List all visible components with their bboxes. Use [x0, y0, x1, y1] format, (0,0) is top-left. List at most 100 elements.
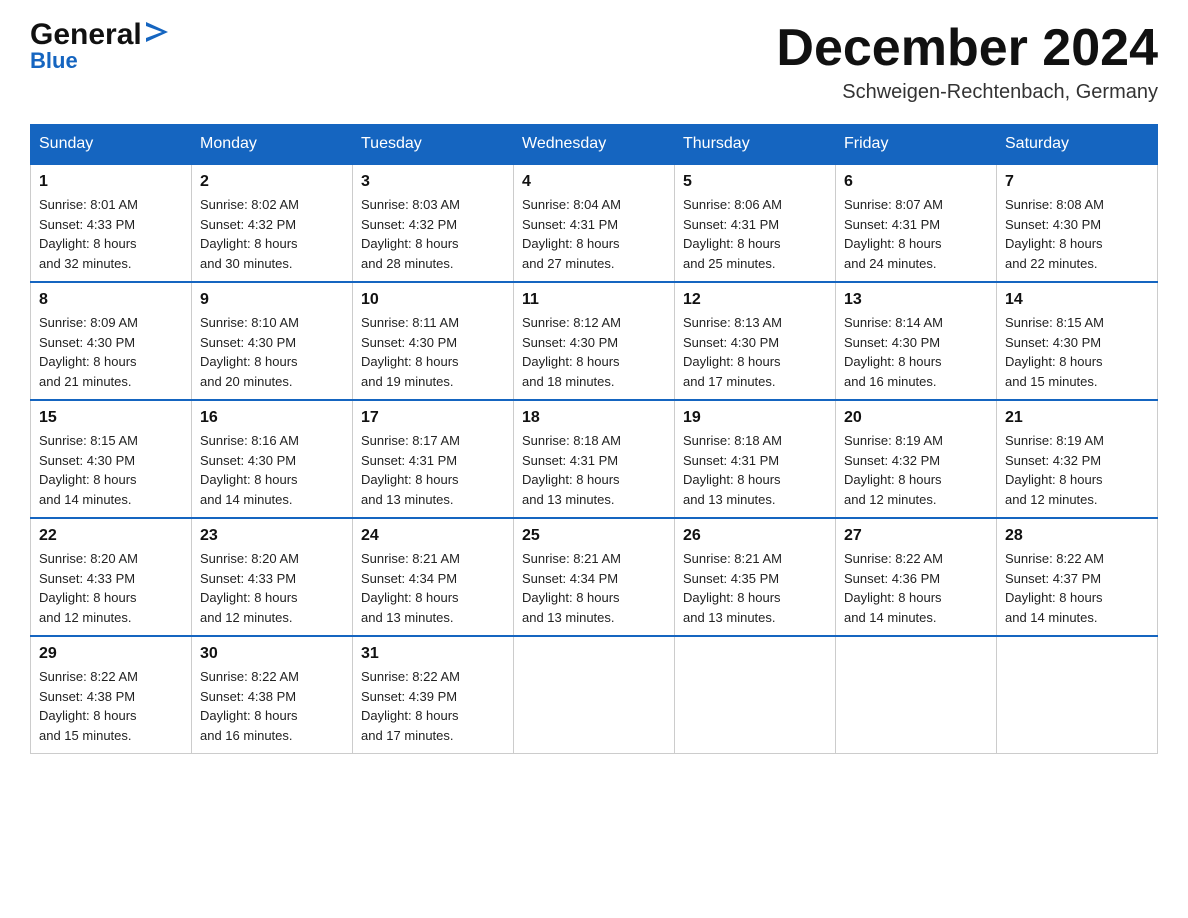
day-info: Sunrise: 8:22 AMSunset: 4:37 PMDaylight:… [1005, 549, 1149, 627]
calendar-cell [675, 636, 836, 754]
week-row-3: 15 Sunrise: 8:15 AMSunset: 4:30 PMDaylig… [31, 400, 1158, 518]
header-row: SundayMondayTuesdayWednesdayThursdayFrid… [31, 125, 1158, 165]
logo-arrow-icon [146, 18, 168, 48]
day-number: 27 [844, 527, 988, 545]
calendar-cell: 8 Sunrise: 8:09 AMSunset: 4:30 PMDayligh… [31, 282, 192, 400]
calendar-cell: 25 Sunrise: 8:21 AMSunset: 4:34 PMDaylig… [514, 518, 675, 636]
day-info: Sunrise: 8:19 AMSunset: 4:32 PMDaylight:… [1005, 431, 1149, 509]
day-info: Sunrise: 8:22 AMSunset: 4:38 PMDaylight:… [200, 667, 344, 745]
logo-blue-text: Blue [30, 48, 78, 74]
calendar-cell: 20 Sunrise: 8:19 AMSunset: 4:32 PMDaylig… [836, 400, 997, 518]
day-info: Sunrise: 8:04 AMSunset: 4:31 PMDaylight:… [522, 195, 666, 273]
day-info: Sunrise: 8:01 AMSunset: 4:33 PMDaylight:… [39, 195, 183, 273]
title-area: December 2024 Schweigen-Rechtenbach, Ger… [776, 20, 1158, 104]
day-info: Sunrise: 8:09 AMSunset: 4:30 PMDaylight:… [39, 313, 183, 391]
calendar-cell: 4 Sunrise: 8:04 AMSunset: 4:31 PMDayligh… [514, 164, 675, 282]
day-info: Sunrise: 8:03 AMSunset: 4:32 PMDaylight:… [361, 195, 505, 273]
day-number: 30 [200, 645, 344, 663]
day-info: Sunrise: 8:22 AMSunset: 4:36 PMDaylight:… [844, 549, 988, 627]
column-header-saturday: Saturday [997, 125, 1158, 165]
logo: General Blue [30, 20, 168, 74]
day-number: 1 [39, 173, 183, 191]
calendar-cell: 12 Sunrise: 8:13 AMSunset: 4:30 PMDaylig… [675, 282, 836, 400]
day-info: Sunrise: 8:22 AMSunset: 4:39 PMDaylight:… [361, 667, 505, 745]
calendar-cell: 10 Sunrise: 8:11 AMSunset: 4:30 PMDaylig… [353, 282, 514, 400]
calendar-cell: 15 Sunrise: 8:15 AMSunset: 4:30 PMDaylig… [31, 400, 192, 518]
day-info: Sunrise: 8:21 AMSunset: 4:34 PMDaylight:… [522, 549, 666, 627]
calendar-table: SundayMondayTuesdayWednesdayThursdayFrid… [30, 124, 1158, 754]
calendar-cell: 1 Sunrise: 8:01 AMSunset: 4:33 PMDayligh… [31, 164, 192, 282]
day-number: 6 [844, 173, 988, 191]
day-info: Sunrise: 8:11 AMSunset: 4:30 PMDaylight:… [361, 313, 505, 391]
column-header-sunday: Sunday [31, 125, 192, 165]
page-header: General Blue December 2024 Schweigen-Rec… [30, 20, 1158, 104]
day-info: Sunrise: 8:20 AMSunset: 4:33 PMDaylight:… [39, 549, 183, 627]
day-number: 11 [522, 291, 666, 309]
week-row-1: 1 Sunrise: 8:01 AMSunset: 4:33 PMDayligh… [31, 164, 1158, 282]
logo-general-text: General [30, 20, 142, 50]
day-info: Sunrise: 8:10 AMSunset: 4:30 PMDaylight:… [200, 313, 344, 391]
day-number: 2 [200, 173, 344, 191]
day-number: 23 [200, 527, 344, 545]
day-info: Sunrise: 8:22 AMSunset: 4:38 PMDaylight:… [39, 667, 183, 745]
day-number: 3 [361, 173, 505, 191]
week-row-4: 22 Sunrise: 8:20 AMSunset: 4:33 PMDaylig… [31, 518, 1158, 636]
calendar-cell [514, 636, 675, 754]
day-number: 15 [39, 409, 183, 427]
calendar-cell: 13 Sunrise: 8:14 AMSunset: 4:30 PMDaylig… [836, 282, 997, 400]
calendar-cell: 9 Sunrise: 8:10 AMSunset: 4:30 PMDayligh… [192, 282, 353, 400]
column-header-wednesday: Wednesday [514, 125, 675, 165]
day-info: Sunrise: 8:19 AMSunset: 4:32 PMDaylight:… [844, 431, 988, 509]
calendar-cell: 18 Sunrise: 8:18 AMSunset: 4:31 PMDaylig… [514, 400, 675, 518]
day-info: Sunrise: 8:16 AMSunset: 4:30 PMDaylight:… [200, 431, 344, 509]
day-info: Sunrise: 8:21 AMSunset: 4:35 PMDaylight:… [683, 549, 827, 627]
day-info: Sunrise: 8:06 AMSunset: 4:31 PMDaylight:… [683, 195, 827, 273]
calendar-cell: 24 Sunrise: 8:21 AMSunset: 4:34 PMDaylig… [353, 518, 514, 636]
calendar-cell: 5 Sunrise: 8:06 AMSunset: 4:31 PMDayligh… [675, 164, 836, 282]
day-number: 7 [1005, 173, 1149, 191]
day-number: 10 [361, 291, 505, 309]
calendar-cell: 28 Sunrise: 8:22 AMSunset: 4:37 PMDaylig… [997, 518, 1158, 636]
calendar-cell: 22 Sunrise: 8:20 AMSunset: 4:33 PMDaylig… [31, 518, 192, 636]
column-header-monday: Monday [192, 125, 353, 165]
day-info: Sunrise: 8:02 AMSunset: 4:32 PMDaylight:… [200, 195, 344, 273]
calendar-cell: 21 Sunrise: 8:19 AMSunset: 4:32 PMDaylig… [997, 400, 1158, 518]
day-info: Sunrise: 8:13 AMSunset: 4:30 PMDaylight:… [683, 313, 827, 391]
calendar-cell: 3 Sunrise: 8:03 AMSunset: 4:32 PMDayligh… [353, 164, 514, 282]
day-number: 8 [39, 291, 183, 309]
calendar-cell: 17 Sunrise: 8:17 AMSunset: 4:31 PMDaylig… [353, 400, 514, 518]
day-number: 25 [522, 527, 666, 545]
day-info: Sunrise: 8:07 AMSunset: 4:31 PMDaylight:… [844, 195, 988, 273]
column-header-thursday: Thursday [675, 125, 836, 165]
day-number: 22 [39, 527, 183, 545]
calendar-cell [997, 636, 1158, 754]
calendar-cell: 16 Sunrise: 8:16 AMSunset: 4:30 PMDaylig… [192, 400, 353, 518]
calendar-cell: 23 Sunrise: 8:20 AMSunset: 4:33 PMDaylig… [192, 518, 353, 636]
week-row-2: 8 Sunrise: 8:09 AMSunset: 4:30 PMDayligh… [31, 282, 1158, 400]
day-number: 18 [522, 409, 666, 427]
day-number: 12 [683, 291, 827, 309]
day-info: Sunrise: 8:20 AMSunset: 4:33 PMDaylight:… [200, 549, 344, 627]
day-info: Sunrise: 8:18 AMSunset: 4:31 PMDaylight:… [522, 431, 666, 509]
calendar-cell: 14 Sunrise: 8:15 AMSunset: 4:30 PMDaylig… [997, 282, 1158, 400]
day-info: Sunrise: 8:18 AMSunset: 4:31 PMDaylight:… [683, 431, 827, 509]
day-info: Sunrise: 8:08 AMSunset: 4:30 PMDaylight:… [1005, 195, 1149, 273]
day-number: 16 [200, 409, 344, 427]
column-header-friday: Friday [836, 125, 997, 165]
day-number: 5 [683, 173, 827, 191]
day-number: 19 [683, 409, 827, 427]
day-number: 4 [522, 173, 666, 191]
day-info: Sunrise: 8:12 AMSunset: 4:30 PMDaylight:… [522, 313, 666, 391]
calendar-cell: 11 Sunrise: 8:12 AMSunset: 4:30 PMDaylig… [514, 282, 675, 400]
day-info: Sunrise: 8:17 AMSunset: 4:31 PMDaylight:… [361, 431, 505, 509]
calendar-cell: 6 Sunrise: 8:07 AMSunset: 4:31 PMDayligh… [836, 164, 997, 282]
day-info: Sunrise: 8:21 AMSunset: 4:34 PMDaylight:… [361, 549, 505, 627]
calendar-cell: 27 Sunrise: 8:22 AMSunset: 4:36 PMDaylig… [836, 518, 997, 636]
day-info: Sunrise: 8:14 AMSunset: 4:30 PMDaylight:… [844, 313, 988, 391]
day-number: 9 [200, 291, 344, 309]
week-row-5: 29 Sunrise: 8:22 AMSunset: 4:38 PMDaylig… [31, 636, 1158, 754]
day-number: 24 [361, 527, 505, 545]
day-info: Sunrise: 8:15 AMSunset: 4:30 PMDaylight:… [1005, 313, 1149, 391]
calendar-cell [836, 636, 997, 754]
location-text: Schweigen-Rechtenbach, Germany [776, 81, 1158, 104]
